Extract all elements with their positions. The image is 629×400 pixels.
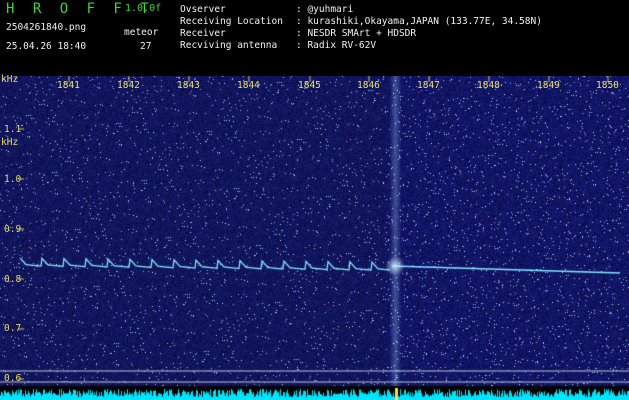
y-unit-top: kHz xyxy=(1,74,19,85)
time-tick-1844: 1844 xyxy=(237,80,260,91)
info-antenna-value: : Radix RV-62V xyxy=(296,40,377,51)
y-tick-0-9: 0.9 xyxy=(4,224,22,235)
time-tick-1849: 1849 xyxy=(537,80,560,91)
meteor-label: meteor xyxy=(124,27,159,38)
y-tick-0-6: 0.6 xyxy=(4,373,22,384)
y-unit-bottom: kHz xyxy=(1,137,19,148)
info-location-label: Receiving Location xyxy=(180,16,283,27)
time-tick-1845: 1845 xyxy=(298,80,321,91)
version-label: 1.0.0f xyxy=(125,3,162,14)
spectrogram-canvas[interactable] xyxy=(0,76,629,400)
info-observer-label: Ovserver xyxy=(180,4,226,15)
y-tick-1-1: 1.1 xyxy=(4,124,22,135)
time-tick-1847: 1847 xyxy=(417,80,440,91)
filename-label: 2504261840.png xyxy=(6,22,87,33)
info-receiver-label: Receiver xyxy=(180,28,226,39)
info-location-value: : kurashiki,Okayama,JAPAN (133.77E, 34.5… xyxy=(296,16,542,27)
spectrogram-app: H R O F F T 1.0.0f 2504261840.png 25.04.… xyxy=(0,0,629,400)
time-tick-1843: 1843 xyxy=(177,80,200,91)
y-tick-0-8: 0.8 xyxy=(4,274,22,285)
info-observer-value: : @yuhmari xyxy=(296,4,354,15)
time-tick-1842: 1842 xyxy=(117,80,140,91)
time-tick-1848: 1848 xyxy=(477,80,500,91)
time-tick-1850: 1850 xyxy=(596,80,619,91)
meteor-count: 27 xyxy=(140,41,152,52)
info-antenna-label: Recviving antenna xyxy=(180,40,278,51)
time-tick-1841: 1841 xyxy=(57,80,80,91)
y-tick-1-0: 1.0 xyxy=(4,174,22,185)
datetime-label: 25.04.26 18:40 xyxy=(6,41,87,52)
info-receiver-value: : NESDR SMArt + HDSDR xyxy=(296,28,417,39)
y-tick-0-7: 0.7 xyxy=(4,323,22,334)
time-tick-1846: 1846 xyxy=(357,80,380,91)
